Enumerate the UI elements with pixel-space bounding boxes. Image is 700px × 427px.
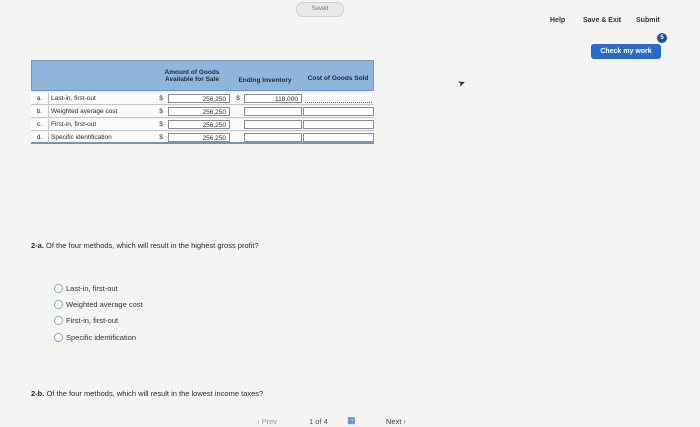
- amount-available-input[interactable]: 256,250: [168, 120, 230, 129]
- cogs-input[interactable]: [303, 120, 374, 129]
- ending-inventory-input[interactable]: 118,000: [244, 94, 302, 103]
- header-cost-of-goods-sold: Cost of Goods Sold: [307, 75, 369, 82]
- chevron-right-icon: ›: [403, 417, 407, 426]
- inventory-methods-table: Amount of Goods Available for Sale Endin…: [31, 60, 374, 159]
- radio-option[interactable]: Weighted average cost: [54, 299, 143, 311]
- check-work-count-badge: 5: [657, 33, 667, 43]
- dollar-sign: $: [236, 95, 240, 102]
- radio-option[interactable]: Last-in, first-out: [54, 283, 118, 295]
- radio-button[interactable]: [54, 332, 63, 342]
- row-letter: d.: [31, 132, 49, 143]
- ending-inventory-input[interactable]: [244, 107, 302, 116]
- amount-available-input[interactable]: 256,250: [168, 107, 230, 116]
- page-indicator: 1 of 4: [309, 417, 328, 426]
- header-ending-inventory: Ending Inventory: [238, 77, 292, 84]
- amount-available-input[interactable]: 256,250: [168, 94, 230, 103]
- header-amount-available: Amount of Goods Available for Sale: [164, 69, 220, 83]
- grid-icon[interactable]: ▦: [347, 416, 357, 425]
- prev-button[interactable]: ‹ Prev: [257, 417, 277, 426]
- dollar-sign: $: [159, 95, 163, 102]
- next-button[interactable]: Next ›: [386, 417, 406, 426]
- table-header: Amount of Goods Available for Sale Endin…: [31, 60, 374, 91]
- check-my-work-button[interactable]: Check my work: [591, 44, 661, 59]
- row-letter: b.: [31, 106, 49, 117]
- option-label: Weighted average cost: [66, 300, 143, 309]
- submit-link[interactable]: Submit: [636, 17, 660, 24]
- question-label: 2-b.: [31, 389, 45, 398]
- question-label: 2-a.: [31, 241, 44, 250]
- question-text: Of the four methods, which will result i…: [46, 389, 264, 398]
- next-label: Next: [386, 417, 402, 426]
- method-name: Last-in, first-out: [51, 95, 96, 102]
- radio-option[interactable]: First-in, first-out: [54, 315, 118, 327]
- dollar-sign: $: [159, 108, 163, 115]
- method-name: Specific identification: [51, 134, 112, 141]
- question-2a: 2-a. Of the four methods, which will res…: [31, 241, 259, 250]
- cogs-input[interactable]: [303, 133, 374, 142]
- option-label: Specific identification: [66, 333, 137, 342]
- ending-inventory-input[interactable]: [244, 133, 302, 142]
- radio-option[interactable]: Specific identification: [54, 332, 136, 344]
- method-name: Weighted average cost: [51, 108, 118, 115]
- dollar-sign: $: [159, 121, 163, 128]
- question-text: Of the four methods, which will result i…: [46, 241, 259, 250]
- page-total: 4: [323, 417, 328, 426]
- prev-label: Prev: [261, 417, 278, 426]
- row-letter: a.: [31, 93, 49, 104]
- chevron-left-icon: ‹: [257, 417, 260, 426]
- saved-indicator: Saved: [296, 2, 344, 17]
- radio-button[interactable]: [54, 283, 63, 293]
- page-of: of: [315, 417, 322, 426]
- cogs-input[interactable]: [303, 107, 374, 116]
- table-row: d. Specific identification $ 256,250: [31, 132, 374, 144]
- question-2b: 2-b. Of the four methods, which will res…: [31, 389, 263, 398]
- page-current: 1: [309, 417, 314, 426]
- method-name: First-in, first-out: [51, 121, 97, 128]
- row-letter: c.: [31, 119, 49, 130]
- help-link[interactable]: Help: [550, 17, 565, 24]
- radio-button[interactable]: [54, 315, 63, 325]
- table-row: b. Weighted average cost $ 256,250: [31, 106, 374, 118]
- table-row: a. Last-in, first-out $ 256,250 $ 118,00…: [31, 93, 374, 105]
- table-row: c. First-in, first-out $ 256,250: [31, 119, 374, 131]
- option-label: First-in, first-out: [66, 316, 119, 325]
- option-label: Last-in, first-out: [66, 284, 118, 293]
- mouse-pointer-icon: ➤: [456, 77, 467, 90]
- amount-available-input[interactable]: 256,250: [168, 133, 230, 142]
- dollar-sign: $: [159, 134, 163, 141]
- top-bar: Saved Help Save & Exit Submit: [0, 0, 700, 30]
- ending-inventory-input[interactable]: [244, 120, 302, 129]
- radio-button[interactable]: [54, 299, 63, 309]
- save-exit-link[interactable]: Save & Exit: [583, 17, 621, 24]
- cogs-input-line[interactable]: [305, 102, 372, 103]
